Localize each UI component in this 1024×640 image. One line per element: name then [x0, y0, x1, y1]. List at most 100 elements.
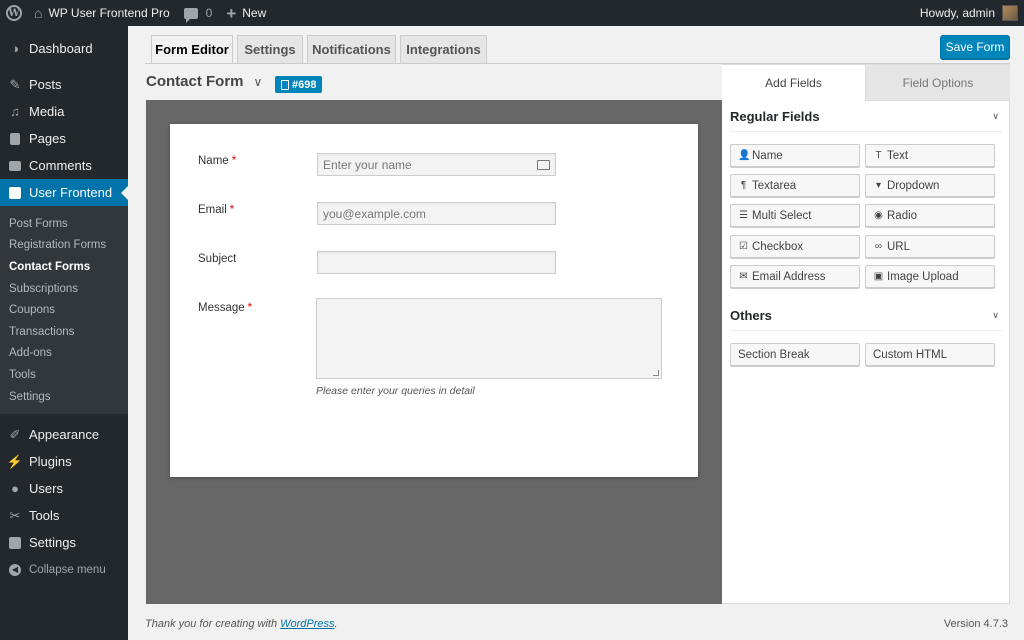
- regular-fields-title[interactable]: Regular Fields: [730, 109, 820, 124]
- message-textarea[interactable]: [316, 298, 662, 379]
- chevron-down-icon: ∨: [253, 74, 263, 89]
- sidebar-item-label: User Frontend: [29, 185, 113, 200]
- fields-panel: Add Fields Field Options Regular Fields …: [722, 64, 1010, 604]
- add-text-field-button[interactable]: T Text: [865, 144, 995, 167]
- sidebar-item-comments[interactable]: Comments: [0, 152, 128, 179]
- tab-integrations[interactable]: Integrations: [400, 35, 487, 64]
- add-section-break-button[interactable]: Section Break: [730, 343, 860, 366]
- collapse-label: Collapse menu: [29, 563, 106, 576]
- chevron-down-icon[interactable]: ∨: [992, 111, 999, 122]
- new-label: New: [242, 6, 267, 20]
- resize-grip-icon[interactable]: [653, 370, 659, 376]
- site-name-link[interactable]: ⌂ WP User Frontend Pro: [27, 0, 177, 26]
- link-icon: ∞: [874, 241, 883, 252]
- sidebar-item-dashboard[interactable]: ◑ Dashboard: [0, 35, 128, 62]
- tab-field-options[interactable]: Field Options: [865, 65, 1010, 101]
- name-field[interactable]: Enter your name: [317, 153, 556, 176]
- tab-add-fields[interactable]: Add Fields: [722, 65, 865, 101]
- subject-field[interactable]: [317, 251, 556, 274]
- submenu-coupons[interactable]: Coupons: [0, 299, 128, 321]
- field-button-label: Checkbox: [752, 240, 804, 253]
- footer-thanks: Thank you for creating with WordPress.: [145, 618, 338, 630]
- footer-version: Version 4.7.3: [943, 618, 1008, 630]
- sidebar-item-label: Plugins: [29, 454, 72, 470]
- sidebar-item-settings[interactable]: Settings: [0, 529, 128, 556]
- chevron-down-icon[interactable]: ∨: [992, 310, 999, 321]
- admin-bar: W ⌂ WP User Frontend Pro 0 + New Howdy, …: [0, 0, 1024, 26]
- add-dropdown-field-button[interactable]: ▾ Dropdown: [865, 174, 995, 197]
- form-id-badge[interactable]: #698: [275, 76, 323, 93]
- add-image-upload-field-button[interactable]: ▣ Image Upload: [865, 265, 995, 288]
- wrench-icon: ✂: [9, 507, 21, 523]
- field-button-label: Radio: [887, 209, 918, 222]
- submenu-tools[interactable]: Tools: [0, 364, 128, 386]
- new-content-link[interactable]: + New: [219, 0, 273, 26]
- save-form-button[interactable]: Save Form: [940, 35, 1010, 59]
- sidebar-item-appearance[interactable]: ✐ Appearance: [0, 421, 128, 448]
- sidebar-item-pages[interactable]: Pages: [0, 125, 128, 152]
- submenu-settings[interactable]: Settings: [0, 386, 128, 408]
- required-mark: *: [231, 155, 237, 167]
- submenu-transactions[interactable]: Transactions: [0, 321, 128, 343]
- add-textarea-field-button[interactable]: ¶ Textarea: [730, 174, 860, 197]
- add-url-field-button[interactable]: ∞ URL: [865, 235, 995, 258]
- field-button-label: Multi Select: [752, 209, 812, 222]
- text-icon: T: [875, 150, 882, 161]
- email-placeholder: you@example.com: [323, 207, 426, 221]
- sidebar-item-posts[interactable]: ✎ Posts: [0, 71, 128, 98]
- form-id-label: #698: [292, 78, 317, 91]
- submenu-add-ons[interactable]: Add-ons: [0, 343, 128, 365]
- contact-card-icon: [537, 160, 550, 170]
- field-button-label: Image Upload: [887, 270, 959, 283]
- comment-icon: [8, 159, 22, 173]
- sidebar-item-plugins[interactable]: ⚡ Plugins: [0, 448, 128, 475]
- field-button-label: Section Break: [738, 348, 810, 361]
- add-email-field-button[interactable]: ✉ Email Address: [730, 265, 860, 288]
- add-checkbox-field-button[interactable]: ☑ Checkbox: [730, 235, 860, 258]
- submenu-subscriptions[interactable]: Subscriptions: [0, 278, 128, 300]
- sidebar-item-label: Tools: [29, 508, 60, 524]
- comments-link[interactable]: 0: [177, 0, 220, 26]
- message-label-text: Message: [198, 302, 245, 314]
- sidebar-item-users[interactable]: ● Users: [0, 475, 128, 502]
- name-field-label: Name *: [198, 155, 236, 167]
- add-radio-field-button[interactable]: ◉ Radio: [865, 204, 995, 227]
- my-account-link[interactable]: Howdy, admin: [913, 0, 1024, 26]
- email-label-text: Email: [198, 204, 227, 216]
- dropdown-icon: ▾: [875, 180, 882, 191]
- tab-form-editor[interactable]: Form Editor: [151, 35, 233, 64]
- site-name-label: WP User Frontend Pro: [48, 6, 170, 20]
- add-name-field-button[interactable]: 👤 Name: [730, 144, 860, 167]
- name-placeholder: Enter your name: [323, 158, 412, 172]
- envelope-icon: ✉: [739, 271, 748, 282]
- section-divider: [730, 131, 1002, 132]
- avatar: [1002, 5, 1018, 21]
- add-multi-select-field-button[interactable]: ☰ Multi Select: [730, 204, 860, 227]
- tab-notifications[interactable]: Notifications: [307, 35, 396, 64]
- sidebar-item-label: Comments: [29, 158, 92, 173]
- sidebar-item-tools[interactable]: ✂ Tools: [0, 502, 128, 529]
- footer-thanks-text: Thank you for creating with: [145, 618, 281, 630]
- form-title-switcher[interactable]: Contact Form ∨: [146, 73, 262, 90]
- sidebar-item-label: Posts: [29, 77, 62, 92]
- submenu-post-forms[interactable]: Post Forms: [0, 213, 128, 235]
- add-custom-html-button[interactable]: Custom HTML: [865, 343, 995, 366]
- collapse-menu-button[interactable]: ◀ Collapse menu: [0, 556, 128, 583]
- sidebar-item-user-frontend[interactable]: User Frontend: [0, 179, 128, 206]
- field-button-label: Dropdown: [887, 179, 940, 192]
- sidebar-item-label: Settings: [29, 535, 76, 551]
- section-divider: [730, 330, 1002, 331]
- others-title[interactable]: Others: [730, 308, 772, 323]
- image-icon: ▣: [873, 271, 884, 282]
- sidebar-item-media[interactable]: ♫ Media: [0, 98, 128, 125]
- submenu-registration-forms[interactable]: Registration Forms: [0, 235, 128, 257]
- email-field[interactable]: you@example.com: [317, 202, 556, 225]
- users-icon: ●: [11, 481, 19, 497]
- wordpress-link[interactable]: WordPress: [280, 618, 334, 630]
- sidebar-item-label: Users: [29, 481, 63, 497]
- wordpress-logo-button[interactable]: W: [1, 0, 27, 26]
- field-button-label: Email Address: [752, 270, 826, 283]
- submenu-contact-forms[interactable]: Contact Forms: [0, 256, 128, 278]
- tab-settings[interactable]: Settings: [237, 35, 303, 64]
- copy-icon: [281, 79, 289, 90]
